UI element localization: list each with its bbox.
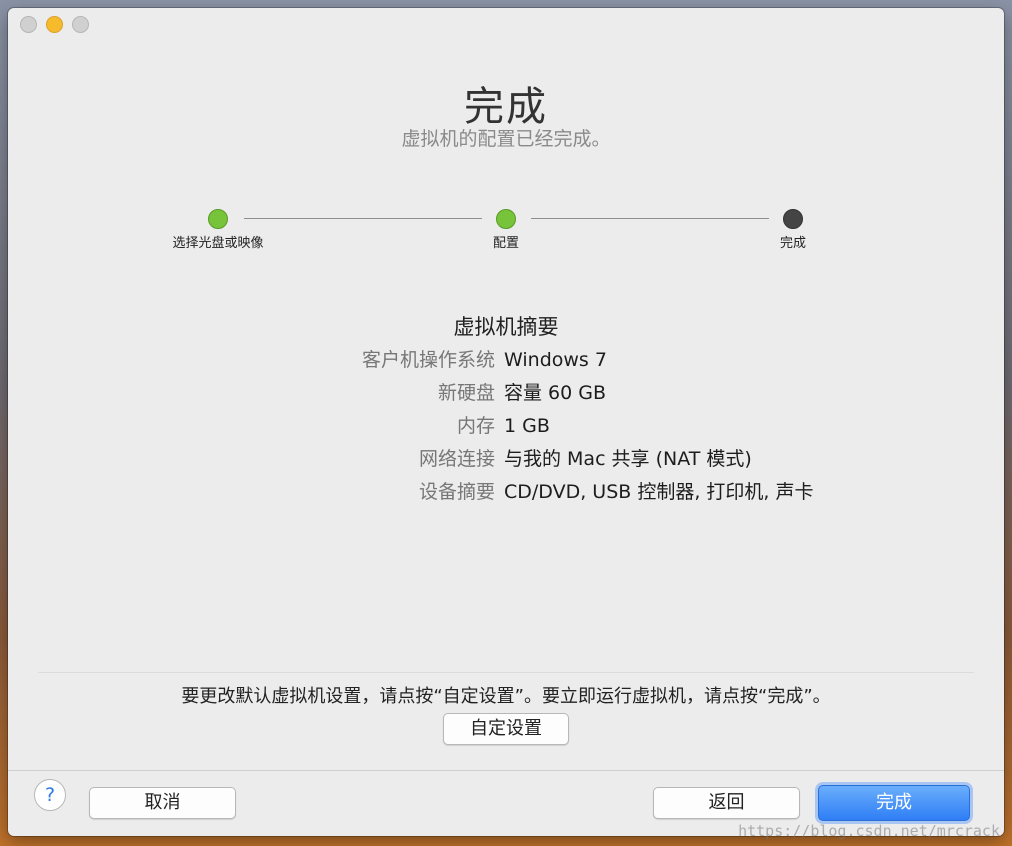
summary-row-network: 网络连接 与我的 Mac 共享 (NAT 模式) — [8, 445, 1004, 478]
step-connector — [531, 218, 769, 219]
step-label-configure: 配置 — [492, 236, 520, 251]
summary-key: 设备摘要 — [418, 481, 495, 503]
summary-value: 1 GB — [504, 415, 550, 437]
progress-steps: 选择光盘或映像 配置 完成 — [8, 207, 1004, 257]
close-window-button[interactable] — [20, 16, 37, 33]
minimize-window-button[interactable] — [46, 16, 63, 33]
step-connector — [244, 218, 482, 219]
summary-key: 新硬盘 — [437, 382, 495, 404]
zoom-window-button[interactable] — [72, 16, 89, 33]
watermark-text: https://blog.csdn.net/mrcrack — [738, 822, 1000, 840]
summary-key: 客户机操作系统 — [361, 349, 495, 371]
summary-row-os: 客户机操作系统 Windows 7 — [8, 346, 1004, 379]
summary-list: 客户机操作系统 Windows 7 新硬盘 容量 60 GB 内存 1 GB 网… — [8, 346, 1004, 511]
step-indicator-configure — [496, 209, 516, 229]
summary-key: 网络连接 — [418, 448, 495, 470]
summary-key: 内存 — [456, 415, 495, 437]
help-button[interactable]: ? — [34, 779, 66, 811]
customize-settings-button[interactable]: 自定设置 — [443, 713, 569, 745]
window-controls — [20, 16, 89, 33]
customize-hint-text: 要更改默认虚拟机设置，请点按“自定设置”。要立即运行虚拟机，请点按“完成”。 — [181, 686, 831, 707]
finish-button[interactable]: 完成 — [818, 785, 970, 821]
summary-row-memory: 内存 1 GB — [8, 412, 1004, 445]
summary-value: CD/DVD, USB 控制器, 打印机, 声卡 — [504, 481, 814, 503]
summary-value: 与我的 Mac 共享 (NAT 模式) — [504, 448, 752, 470]
summary-title: 虚拟机摘要 — [453, 315, 559, 339]
summary-value: Windows 7 — [504, 349, 607, 371]
step-label-finish: 完成 — [779, 236, 807, 251]
summary-value: 容量 60 GB — [504, 382, 607, 404]
step-label-select-media: 选择光盘或映像 — [172, 236, 264, 251]
back-button[interactable]: 返回 — [653, 787, 800, 819]
page-subtitle: 虚拟机的配置已经完成。 — [401, 128, 611, 150]
summary-row-devices: 设备摘要 CD/DVD, USB 控制器, 打印机, 声卡 — [8, 478, 1004, 511]
summary-row-disk: 新硬盘 容量 60 GB — [8, 379, 1004, 412]
footer-divider — [8, 770, 1004, 771]
divider — [38, 672, 974, 673]
step-indicator-select-media — [208, 209, 228, 229]
cancel-button[interactable]: 取消 — [89, 787, 236, 819]
step-indicator-finish — [783, 209, 803, 229]
assistant-window: 完成 虚拟机的配置已经完成。 选择光盘或映像 配置 完成 虚拟机摘要 客户机操作… — [8, 8, 1004, 836]
